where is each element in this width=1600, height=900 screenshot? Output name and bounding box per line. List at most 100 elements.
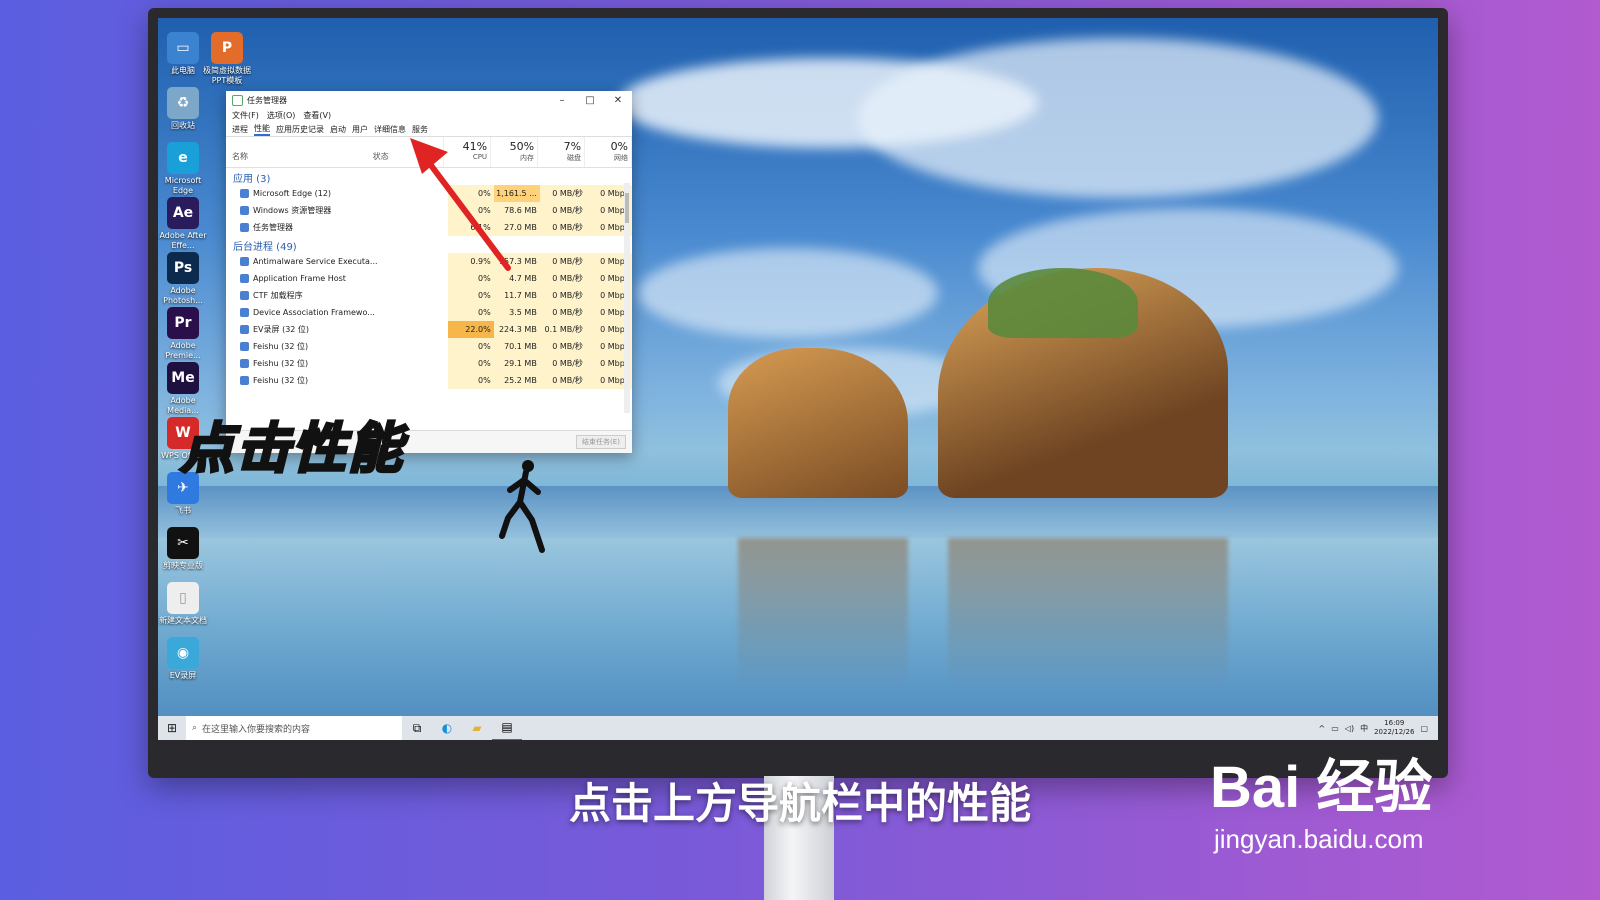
process-mem: 25.2 MB (493, 372, 540, 389)
desktop-icon[interactable]: ✂ 剪映专业版 (158, 527, 208, 571)
process-status (377, 304, 448, 321)
end-task-button[interactable]: 结束任务(E) (576, 435, 626, 449)
ime-indicator[interactable]: 中 (1360, 723, 1368, 734)
volume-icon[interactable]: ◁) (1345, 724, 1354, 733)
process-row[interactable]: Feishu (32 位) 0% 25.2 MB 0 MB/秒 0 Mbps (226, 372, 632, 389)
process-name-text: Windows 资源管理器 (253, 206, 332, 215)
process-row[interactable]: CTF 加载程序 0% 11.7 MB 0 MB/秒 0 Mbps (226, 287, 632, 304)
desktop-icon[interactable]: ▯ 新建文本文档 (158, 582, 208, 626)
app-icon: ✂ (167, 527, 199, 559)
desktop-icon[interactable]: ♻ 回收站 (158, 87, 208, 131)
desktop-icon[interactable]: e Microsoft Edge (158, 142, 208, 196)
menu-item[interactable]: 选项(O) (267, 110, 296, 121)
desktop-icon[interactable]: ◉ EV录屏 (158, 637, 208, 681)
window-title: 任务管理器 (247, 95, 287, 105)
process-name: Microsoft Edge (12) (226, 189, 377, 198)
process-name-text: Feishu (32 位) (253, 342, 309, 351)
tab-详细信息[interactable]: 详细信息 (374, 124, 406, 135)
desktop-icon[interactable]: Ae Adobe After Effe... (158, 197, 208, 251)
desktop-icon[interactable]: ▭ 此电脑 (158, 32, 208, 76)
minimize-button[interactable]: – (548, 95, 576, 106)
process-name: Antimalware Service Executa... (226, 257, 377, 266)
windows-start-icon[interactable]: ⊞ (158, 721, 186, 735)
desktop-icon[interactable]: P 极简虚拟数据PPT模板 (202, 32, 252, 86)
desktop-icon-label: 新建文本文档 (159, 616, 207, 625)
process-disk: 0 MB/秒 (539, 355, 586, 372)
taskbar-search[interactable]: ⌕ 在这里输入你要搜索的内容 (186, 716, 402, 740)
process-icon (240, 291, 249, 300)
tab-进程[interactable]: 进程 (232, 124, 248, 135)
process-disk: 0 MB/秒 (539, 372, 586, 389)
desktop-icon-label: 极简虚拟数据PPT模板 (203, 66, 251, 85)
process-name: Feishu (32 位) (226, 358, 377, 369)
process-cpu: 22.0% (447, 321, 494, 338)
edge-taskbar-icon[interactable]: ◐ (432, 716, 462, 740)
maximize-button[interactable]: □ (576, 95, 604, 106)
process-name: Feishu (32 位) (226, 341, 377, 352)
menu-item[interactable]: 查看(V) (303, 110, 331, 121)
process-name: Application Frame Host (226, 274, 377, 283)
tab-用户[interactable]: 用户 (352, 124, 368, 135)
disk-label: 磁盘 (567, 154, 582, 162)
notification-icon[interactable]: ▢ (1420, 724, 1428, 733)
process-name-text: Antimalware Service Executa... (253, 257, 378, 266)
process-icon (240, 189, 249, 198)
process-name-text: Application Frame Host (253, 274, 346, 283)
process-disk: 0.1 MB/秒 (539, 321, 586, 338)
tab-性能[interactable]: 性能 (254, 123, 270, 136)
col-disk[interactable]: 7% 磁盘 (538, 137, 586, 167)
process-disk: 0 MB/秒 (539, 219, 586, 236)
clock[interactable]: 16:09 2022/12/26 (1374, 719, 1414, 737)
rock-left (728, 348, 908, 498)
app-icon: ♻ (167, 87, 199, 119)
process-icon (240, 325, 249, 334)
network-icon[interactable]: ▭ (1331, 724, 1339, 733)
process-disk: 0 MB/秒 (539, 253, 586, 270)
process-row[interactable]: Feishu (32 位) 0% 70.1 MB 0 MB/秒 0 Mbps (226, 338, 632, 355)
chevron-up-icon[interactable]: ^ (1319, 724, 1326, 733)
clock-date: 2022/12/26 (1374, 728, 1415, 736)
process-icon (240, 206, 249, 215)
file-explorer-icon[interactable]: ▰ (462, 716, 492, 740)
desktop-icon-label: 剪映专业版 (163, 561, 203, 570)
tab-服务[interactable]: 服务 (412, 124, 428, 135)
process-cpu: 0% (447, 338, 494, 355)
overlay-caption: 点击性能 (179, 416, 404, 482)
process-name-text: CTF 加载程序 (253, 291, 303, 300)
close-button[interactable]: ✕ (604, 95, 632, 106)
process-name-text: EV录屏 (32 位) (253, 325, 310, 334)
process-row[interactable]: Device Association Framewo... 0% 3.5 MB 0 M… (226, 304, 632, 321)
desktop-icon-label: EV录屏 (169, 671, 197, 680)
taskbar: ⊞ ⌕ 在这里输入你要搜索的内容 ⧉ ◐ ▰ ▤ ^ ▭ ◁) 中 16:09 … (158, 716, 1438, 740)
app-icon: Ae (167, 197, 199, 229)
process-name: Windows 资源管理器 (226, 205, 377, 216)
baidu-watermark: Bai 经验 jingyan.baidu.com (1210, 740, 1432, 855)
task-manager-taskbar-icon[interactable]: ▤ (492, 715, 522, 740)
desktop-icon[interactable]: Ps Adobe Photosh... (158, 252, 208, 306)
process-mem: 29.1 MB (493, 355, 540, 372)
title-bar[interactable]: 任务管理器 – □ ✕ (226, 91, 632, 109)
process-status (377, 287, 448, 304)
scrollbar[interactable] (624, 183, 630, 413)
tab-应用历史记录[interactable]: 应用历史记录 (276, 124, 324, 135)
process-mem: 11.7 MB (493, 287, 540, 304)
process-cpu: 0% (447, 372, 494, 389)
desktop-icon-label: Adobe After Effe... (159, 231, 207, 250)
col-network[interactable]: 0% 网络 (585, 137, 633, 167)
process-row[interactable]: EV录屏 (32 位) 22.0% 224.3 MB 0.1 MB/秒 0 Mbps (226, 321, 632, 338)
process-status (377, 321, 448, 338)
menu-item[interactable]: 文件(F) (232, 110, 259, 121)
desktop-icon-label: Adobe Photosh... (163, 286, 203, 305)
desktop-icon-label: Adobe Premie... (165, 341, 201, 360)
tab-启动[interactable]: 启动 (330, 124, 346, 135)
task-view-icon[interactable]: ⧉ (402, 716, 432, 740)
process-cpu: 0% (447, 355, 494, 372)
desktop-icon[interactable]: Pr Adobe Premie... (158, 307, 208, 361)
clock-time: 16:09 (1384, 719, 1405, 727)
col-name[interactable]: 名称 (226, 137, 369, 167)
process-status (377, 355, 448, 372)
process-icon (240, 359, 249, 368)
process-name-text: 任务管理器 (253, 223, 293, 232)
process-name: EV录屏 (32 位) (226, 324, 377, 335)
process-row[interactable]: Feishu (32 位) 0% 29.1 MB 0 MB/秒 0 Mbps (226, 355, 632, 372)
